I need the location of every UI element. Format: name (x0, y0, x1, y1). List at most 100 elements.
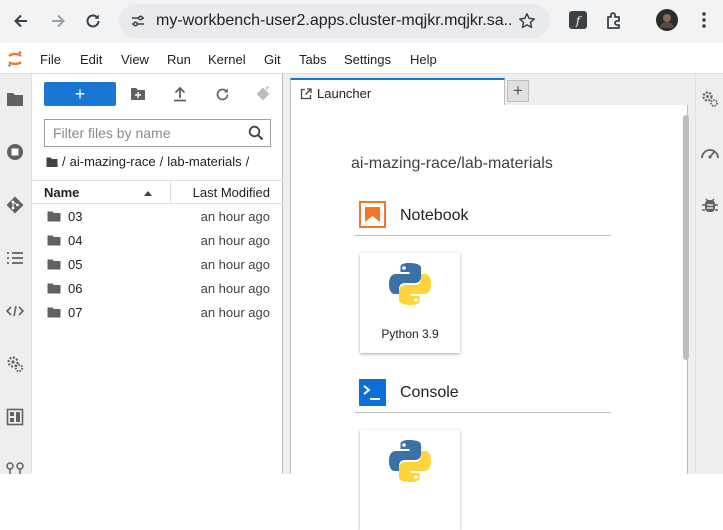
table-of-contents-tab[interactable] (4, 247, 26, 269)
breadcrumb: / ai-mazing-race / lab-materials / (46, 154, 249, 169)
menu-view[interactable]: View (121, 52, 149, 67)
column-divider[interactable] (170, 181, 171, 203)
folder-icon (47, 211, 61, 222)
menu-file[interactable]: File (40, 52, 61, 67)
sort-ascending-icon[interactable] (143, 190, 153, 196)
settings-gears-icon (702, 91, 718, 107)
breadcrumb-separator: / (62, 154, 66, 169)
extension-manager-tab[interactable] (4, 353, 26, 375)
git-clone-button[interactable] (253, 84, 273, 104)
main-area: Launcher + ai-mazing-race/lab-materials … (283, 74, 695, 530)
section-divider (355, 235, 611, 236)
file-modified: an hour ago (200, 257, 270, 272)
launcher-scrollbar[interactable] (683, 115, 689, 360)
tab-launcher-label: Launcher (317, 86, 372, 101)
menu-settings[interactable]: Settings (344, 52, 391, 67)
tab-launcher[interactable]: Launcher (290, 78, 505, 106)
python-logo-icon (387, 438, 433, 484)
refresh-icon (216, 88, 228, 100)
git-tab[interactable] (4, 194, 26, 216)
filter-files-input[interactable] (53, 125, 238, 141)
code-snippets-tab[interactable] (4, 300, 26, 322)
workflow-tab[interactable] (4, 457, 26, 479)
menu-help[interactable]: Help (410, 52, 437, 67)
site-settings-icon[interactable] (130, 13, 146, 29)
folder-icon (7, 93, 23, 106)
browser-chrome: my-workbench-user2.apps.cluster-mqjkr.mq… (0, 0, 723, 43)
file-row[interactable]: 06 an hour ago (32, 277, 283, 301)
back-button[interactable] (8, 8, 34, 34)
new-tab-button[interactable]: + (507, 80, 529, 102)
bookmark-star-icon[interactable] (518, 12, 536, 30)
file-row[interactable]: 04 an hour ago (32, 229, 283, 253)
bug-icon (702, 198, 718, 212)
breadcrumb-lab-materials[interactable]: lab-materials (167, 154, 241, 169)
file-browser-tab[interactable] (4, 88, 26, 110)
property-inspector-tab[interactable] (4, 406, 26, 428)
launcher-card-python-console[interactable] (360, 430, 460, 530)
file-row[interactable]: 03 an hour ago (32, 205, 283, 229)
file-name: 06 (68, 281, 83, 296)
git-clone-icon (256, 86, 270, 101)
arrow-right-icon (52, 14, 65, 28)
folder-icon (47, 235, 61, 246)
file-modified: an hour ago (200, 233, 270, 248)
running-terminals-tab[interactable] (4, 141, 26, 163)
resource-usage-button[interactable] (699, 142, 721, 164)
upload-icon (174, 86, 186, 102)
url-text: my-workbench-user2.apps.cluster-mqjkr.mq… (156, 12, 511, 29)
arrow-left-icon (14, 14, 27, 28)
console-section-icon (359, 379, 386, 406)
browser-menu-icon[interactable] (693, 9, 715, 31)
list-icon (7, 252, 23, 264)
refresh-button[interactable] (212, 84, 232, 104)
reload-button[interactable] (80, 8, 106, 34)
reload-icon (86, 14, 100, 28)
git-icon (6, 196, 24, 214)
address-bar[interactable]: my-workbench-user2.apps.cluster-mqjkr.mq… (119, 4, 550, 38)
new-launcher-button[interactable]: + (44, 82, 116, 106)
extension-icon[interactable]: f (567, 9, 589, 31)
upload-button[interactable] (170, 84, 190, 104)
breadcrumb-ai-mazing-race[interactable]: ai-mazing-race (70, 154, 156, 169)
forward-button[interactable] (45, 8, 71, 34)
launcher-panel: ai-mazing-race/lab-materials Notebook Py… (290, 105, 689, 530)
breadcrumb-separator: / (245, 154, 250, 169)
file-row[interactable]: 05 an hour ago (32, 253, 283, 277)
menu-kernel[interactable]: Kernel (208, 52, 246, 67)
stop-circle-icon (7, 144, 23, 160)
section-divider (355, 412, 611, 413)
gears-icon (7, 356, 24, 373)
breadcrumb-separator: / (159, 154, 164, 169)
tab-bar: Launcher + (283, 74, 695, 106)
column-last-modified[interactable]: Last Modified (193, 185, 270, 200)
menu-git[interactable]: Git (264, 52, 281, 67)
debugger-button[interactable] (699, 194, 721, 216)
search-icon (248, 125, 264, 141)
file-modified: an hour ago (200, 305, 270, 320)
gauge-icon (701, 149, 719, 159)
right-sidebar (695, 74, 723, 474)
filter-box (44, 119, 271, 147)
file-row[interactable]: 07 an hour ago (32, 301, 283, 325)
launcher-card-python-notebook[interactable]: Python 3.9 (360, 253, 460, 353)
python-logo-icon (387, 261, 433, 307)
home-folder-icon[interactable] (46, 157, 58, 167)
column-name[interactable]: Name (44, 185, 79, 200)
new-folder-button[interactable] (128, 84, 148, 104)
menu-edit[interactable]: Edit (80, 52, 102, 67)
notebook-section-title: Notebook (400, 207, 469, 224)
file-name: 05 (68, 257, 83, 272)
notebook-section-icon (359, 201, 386, 228)
new-folder-icon (131, 88, 145, 100)
launcher-cwd: ai-mazing-race/lab-materials (351, 155, 553, 172)
file-modified: an hour ago (200, 209, 270, 224)
folder-icon (47, 283, 61, 294)
property-inspector-button[interactable] (699, 88, 721, 110)
menu-run[interactable]: Run (167, 52, 191, 67)
launcher-card-label: Python 3.9 (381, 327, 439, 341)
file-name: 07 (68, 305, 83, 320)
menu-tabs[interactable]: Tabs (299, 52, 326, 67)
extensions-puzzle-icon[interactable] (604, 9, 626, 31)
profile-avatar[interactable] (656, 9, 678, 31)
